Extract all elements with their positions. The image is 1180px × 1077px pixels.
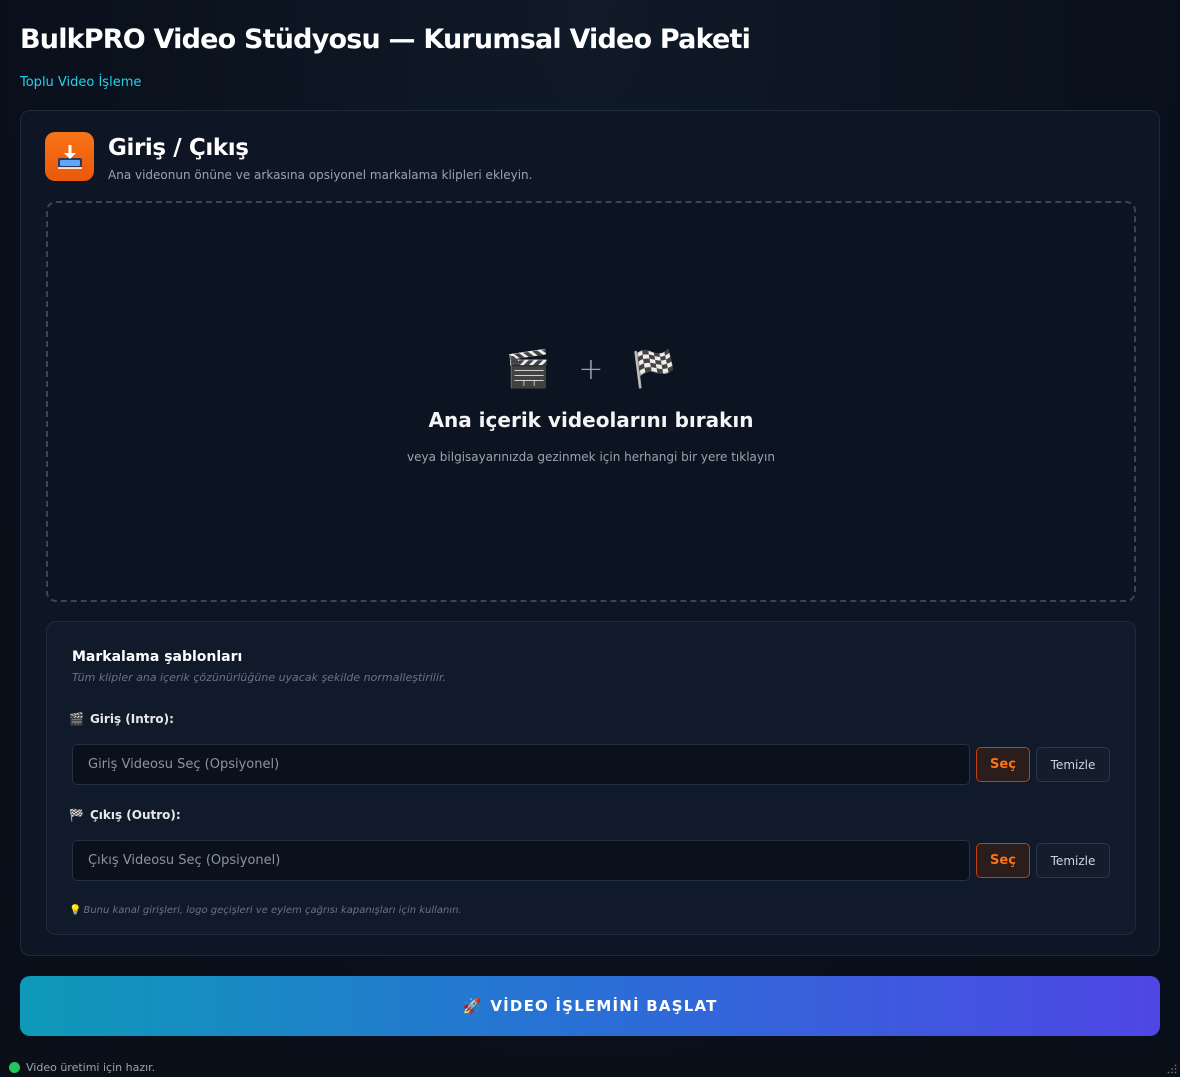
branding-title: Markalama şablonları [72,649,243,665]
status-bar: Video üretimi için hazır. [0,1057,1180,1077]
branding-note: 💡 Bunu kanal girişleri, logo geçişleri v… [69,905,462,916]
rocket-icon: 🚀 [462,997,483,1015]
branding-templates-panel: Markalama şablonları Tüm klipler ana içe… [46,621,1136,935]
outro-clear-button[interactable]: Temizle [1036,843,1110,878]
intro-label-text: Giriş (Intro): [89,712,174,726]
outro-select-button[interactable]: Seç [976,843,1030,878]
checkered-flag-icon: 🏁 [69,808,84,822]
import-tray-icon [45,132,94,181]
dropzone-icons: 🎬 + 🏁 [48,344,1134,394]
status-indicator-icon [9,1061,20,1073]
branding-note-text: Bunu kanal girişleri, logo geçişleri ve … [83,905,462,916]
checkered-flag-icon: 🏁 [631,349,677,390]
outro-label-text: Çıkış (Outro): [89,808,181,822]
plus-icon: + [578,351,604,387]
outro-label: 🏁 Çıkış (Outro): [69,808,181,822]
clapperboard-icon: 🎬 [505,349,551,390]
dropzone-hint: veya bilgisayarınızda gezinmek için herh… [407,450,775,464]
intro-file-input[interactable] [72,744,970,785]
video-dropzone[interactable]: 🎬 + 🏁 Ana içerik videolarını bırakın vey… [46,201,1136,602]
branding-description: Tüm klipler ana içerik çözünürlüğüne uya… [72,671,447,684]
resize-grip-icon[interactable] [1167,1064,1177,1074]
intro-clear-button[interactable]: Temizle [1036,747,1110,782]
section-title: Giriş / Çıkış [108,135,249,161]
clapperboard-icon: 🎬 [69,712,84,726]
outro-file-input[interactable] [72,840,970,881]
app-title: BulkPRO Video Stüdyosu — Kurumsal Video … [20,24,751,55]
intro-outro-card: Giriş / Çıkış Ana videonun önüne ve arka… [20,110,1160,956]
start-processing-label: VİDEO İŞLEMİNİ BAŞLAT [490,997,718,1015]
lightbulb-icon: 💡 [69,905,82,916]
dropzone-title: Ana içerik videolarını bırakın [428,408,754,432]
start-processing-button[interactable]: 🚀 VİDEO İŞLEMİNİ BAŞLAT [20,976,1160,1036]
status-text: Video üretimi için hazır. [26,1060,156,1074]
intro-select-button[interactable]: Seç [976,747,1030,782]
intro-label: 🎬 Giriş (Intro): [69,712,174,726]
section-description: Ana videonun önüne ve arkasına opsiyonel… [108,168,533,182]
app-subtitle: Toplu Video İşleme [20,75,142,90]
